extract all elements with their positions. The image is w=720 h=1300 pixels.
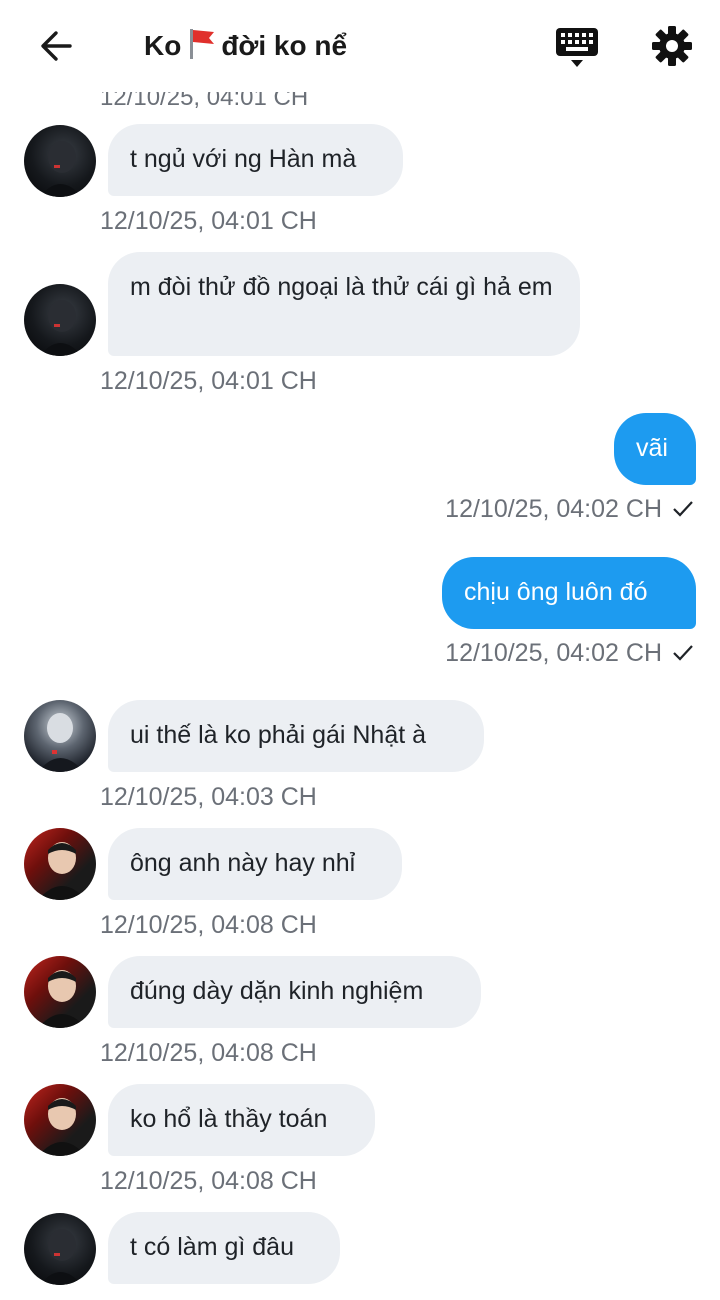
- message-bubble-incoming[interactable]: t có làm gì đâu: [108, 1212, 340, 1284]
- message-timestamp: 12/10/25, 04:03 CH: [100, 783, 317, 811]
- keyboard-button[interactable]: [554, 24, 600, 70]
- message-bubble-outgoing[interactable]: chịu ông luôn đó: [442, 557, 696, 629]
- conversation-title-right: đời ko nể: [221, 30, 348, 61]
- gear-icon: [652, 26, 692, 66]
- message-bubble-incoming[interactable]: ko hổ là thầy toán: [108, 1084, 375, 1156]
- conversation-title-left: Ko: [144, 30, 182, 61]
- avatar[interactable]: [24, 125, 96, 197]
- message-list[interactable]: 12/10/25, 04:01 CH t ngủ với ng Hàn mà 1…: [0, 0, 720, 1300]
- message-bubble-incoming[interactable]: t ngủ với ng Hàn mà: [108, 124, 403, 196]
- settings-button[interactable]: [650, 24, 694, 68]
- arrow-left-icon: [41, 31, 72, 61]
- message-bubble-outgoing[interactable]: vãi: [614, 413, 696, 485]
- avatar[interactable]: [24, 956, 96, 1028]
- message-bubble-incoming[interactable]: ông anh này hay nhỉ: [108, 828, 402, 900]
- red-flag-icon: [187, 27, 217, 70]
- message-timestamp-row: 12/10/25, 04:02 CH: [416, 494, 694, 526]
- message-bubble-incoming[interactable]: m đòi thử đồ ngoại là thử cái gì hả em: [108, 252, 580, 356]
- message-timestamp-row: 12/10/25, 04:02 CH: [416, 638, 694, 670]
- avatar[interactable]: [24, 828, 96, 900]
- avatar[interactable]: [24, 700, 96, 772]
- message-timestamp: 12/10/25, 04:08 CH: [100, 1039, 317, 1067]
- avatar[interactable]: [24, 1213, 96, 1285]
- message-timestamp: 12/10/25, 04:08 CH: [100, 1167, 317, 1195]
- check-icon: [672, 640, 694, 670]
- message-bubble-incoming[interactable]: đúng dày dặn kinh nghiệm: [108, 956, 481, 1028]
- message-timestamp: 12/10/25, 04:08 CH: [100, 911, 317, 939]
- conversation-title[interactable]: Ko đời ko nể: [144, 26, 347, 70]
- keyboard-icon: [556, 28, 598, 67]
- message-timestamp: 12/10/25, 04:02 CH: [445, 639, 662, 667]
- avatar[interactable]: [24, 284, 96, 356]
- check-icon: [672, 496, 694, 526]
- conversation-header: Ko đời ko nể: [0, 0, 720, 92]
- message-timestamp: 12/10/25, 04:01 CH: [100, 367, 317, 395]
- message-timestamp: 12/10/25, 04:01 CH: [100, 207, 317, 235]
- message-timestamp: 12/10/25, 04:02 CH: [445, 495, 662, 523]
- avatar[interactable]: [24, 1084, 96, 1156]
- message-bubble-incoming[interactable]: ui thế là ko phải gái Nhật à: [108, 700, 484, 772]
- back-button[interactable]: [36, 26, 76, 66]
